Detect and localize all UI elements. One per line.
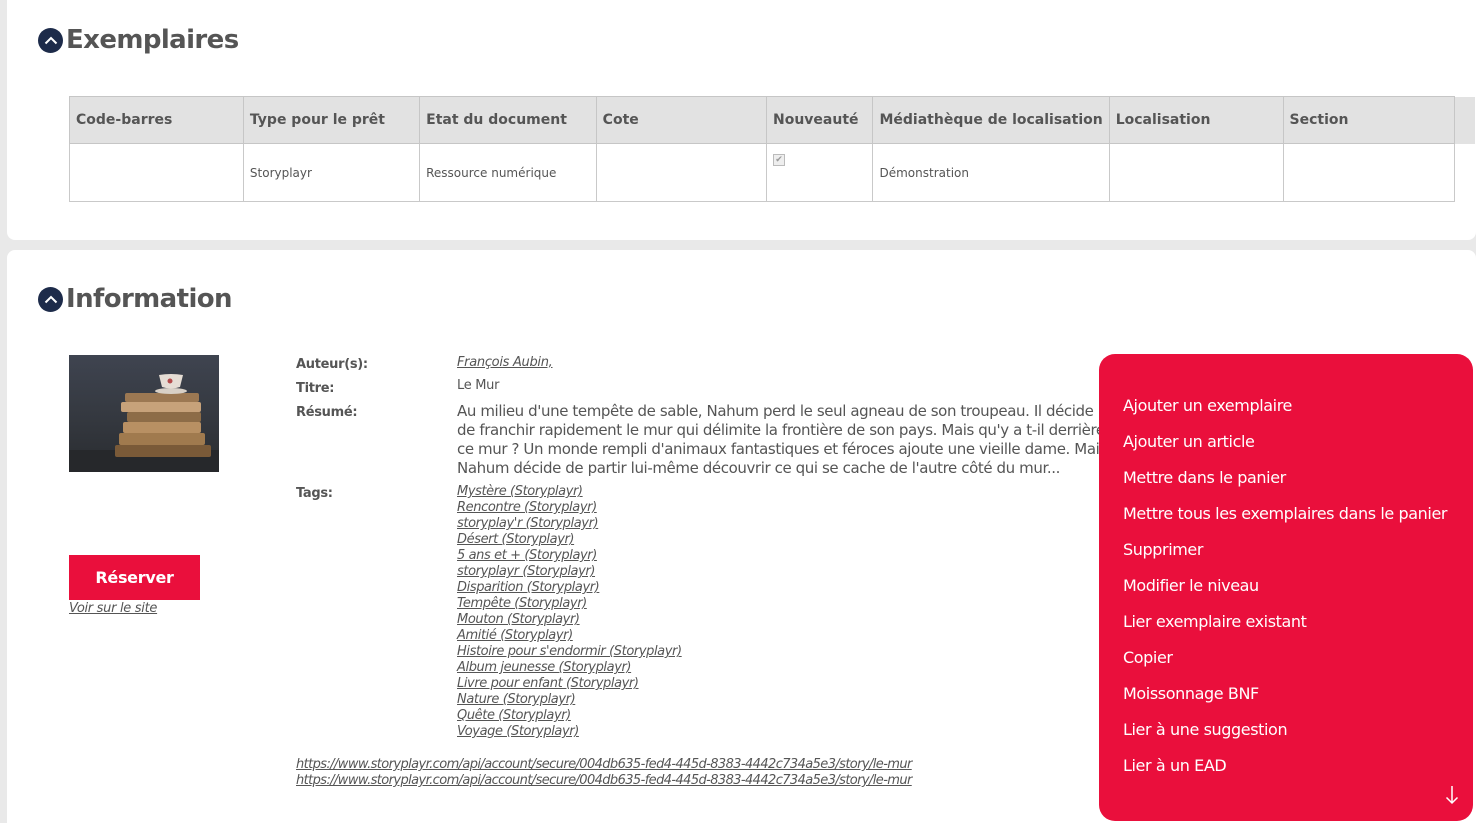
exemplaires-header: Exemplaires	[38, 25, 239, 55]
tag-link[interactable]: Quête (Storyplayr)	[457, 708, 682, 724]
information-title: Information	[66, 284, 233, 314]
menu-item-mettre-panier[interactable]: Mettre dans le panier	[1123, 467, 1447, 503]
tag-link[interactable]: Album jeunesse (Storyplayr)	[457, 660, 682, 676]
auteur-link[interactable]: François Aubin,	[457, 355, 553, 370]
exemplaires-title: Exemplaires	[66, 25, 239, 55]
storyplayr-url-link[interactable]: https://www.storyplayr.com/api/account/s…	[296, 757, 912, 773]
col-cote[interactable]: Cote	[595, 96, 768, 144]
nouveaute-checkbox[interactable]: ✔	[773, 153, 785, 166]
menu-item-supprimer[interactable]: Supprimer	[1123, 539, 1447, 575]
col-localisation[interactable]: Localisation	[1108, 96, 1284, 144]
cell-section	[1282, 143, 1456, 202]
arrow-down-icon[interactable]	[1445, 785, 1459, 809]
tags-list: Mystère (Storyplayr) Rencontre (Storypla…	[457, 484, 682, 740]
tag-link[interactable]: Nature (Storyplayr)	[457, 692, 682, 708]
col-nouveaute[interactable]: Nouveauté	[765, 96, 874, 144]
col-type-pret[interactable]: Type pour le prêt	[242, 96, 421, 144]
menu-item-lier-suggestion[interactable]: Lier à une suggestion	[1123, 719, 1447, 755]
col-mediatheque[interactable]: Médiathèque de localisation	[872, 96, 1110, 144]
resume-text: Au milieu d'une tempête de sable, Nahum …	[457, 402, 1107, 477]
voir-sur-le-site-link[interactable]: Voir sur le site	[69, 601, 157, 616]
col-code-barres[interactable]: Code-barres	[69, 96, 244, 144]
tag-link[interactable]: Tempête (Storyplayr)	[457, 596, 682, 612]
url-list: https://www.storyplayr.com/api/account/s…	[296, 757, 912, 789]
col-section[interactable]: Section	[1282, 96, 1456, 144]
menu-item-ajouter-article[interactable]: Ajouter un article	[1123, 431, 1447, 467]
tag-link[interactable]: Livre pour enfant (Storyplayr)	[457, 676, 682, 692]
tag-link[interactable]: Mystère (Storyplayr)	[457, 484, 682, 500]
tags-label: Tags:	[296, 486, 333, 501]
menu-item-modifier-niveau[interactable]: Modifier le niveau	[1123, 575, 1447, 611]
table-row[interactable]: Storyplayr Ressource numérique ✔ Démonst…	[69, 143, 1476, 202]
auteurs-label: Auteur(s):	[296, 357, 368, 372]
collapse-chevron-up-icon[interactable]	[38, 286, 63, 312]
col-etat-document[interactable]: Etat du document	[419, 96, 597, 144]
cell-mediatheque: Démonstration	[872, 143, 1110, 202]
information-header: Information	[38, 284, 233, 314]
menu-item-lier-ead[interactable]: Lier à un EAD	[1123, 755, 1447, 791]
actions-menu: Ajouter un exemplaire Ajouter un article…	[1099, 354, 1473, 821]
book-cover-image	[69, 355, 219, 472]
cell-type-pret: Storyplayr	[242, 143, 421, 202]
header-filler	[1454, 96, 1476, 144]
tag-link[interactable]: Mouton (Storyplayr)	[457, 612, 682, 628]
exemplaires-panel: Exemplaires Code-barres Type pour le prê…	[7, 0, 1476, 240]
menu-item-mettre-tous-panier[interactable]: Mettre tous les exemplaires dans le pani…	[1123, 503, 1447, 539]
cell-nouveaute: ✔	[765, 143, 874, 202]
tag-link[interactable]: Histoire pour s'endormir (Storyplayr)	[457, 644, 682, 660]
table-header-row: Code-barres Type pour le prêt Etat du do…	[69, 96, 1476, 144]
titre-label: Titre:	[296, 381, 335, 396]
cell-localisation	[1108, 143, 1284, 202]
tag-link[interactable]: Voyage (Storyplayr)	[457, 724, 682, 740]
titre-value: Le Mur	[457, 378, 500, 393]
tag-link[interactable]: storyplayr (Storyplayr)	[457, 564, 682, 580]
collapse-chevron-up-icon[interactable]	[38, 27, 63, 53]
menu-item-lier-exemplaire[interactable]: Lier exemplaire existant	[1123, 611, 1447, 647]
tag-link[interactable]: Désert (Storyplayr)	[457, 532, 682, 548]
row-filler	[1455, 144, 1476, 202]
tag-link[interactable]: 5 ans et + (Storyplayr)	[457, 548, 682, 564]
tag-link[interactable]: storyplay'r (Storyplayr)	[457, 516, 682, 532]
tag-link[interactable]: Amitié (Storyplayr)	[457, 628, 682, 644]
cell-code-barres	[69, 143, 244, 202]
reserve-button[interactable]: Réserver	[69, 555, 200, 600]
cell-cote	[595, 143, 768, 202]
menu-item-moissonnage-bnf[interactable]: Moissonnage BNF	[1123, 683, 1447, 719]
tag-link[interactable]: Rencontre (Storyplayr)	[457, 500, 682, 516]
resume-label: Résumé:	[296, 405, 358, 420]
menu-item-copier[interactable]: Copier	[1123, 647, 1447, 683]
storyplayr-url-link[interactable]: https://www.storyplayr.com/api/account/s…	[296, 773, 912, 789]
cell-etat: Ressource numérique	[419, 143, 597, 202]
tag-link[interactable]: Disparition (Storyplayr)	[457, 580, 682, 596]
exemplaires-table: Code-barres Type pour le prêt Etat du do…	[69, 96, 1476, 202]
menu-item-ajouter-exemplaire[interactable]: Ajouter un exemplaire	[1123, 395, 1447, 431]
